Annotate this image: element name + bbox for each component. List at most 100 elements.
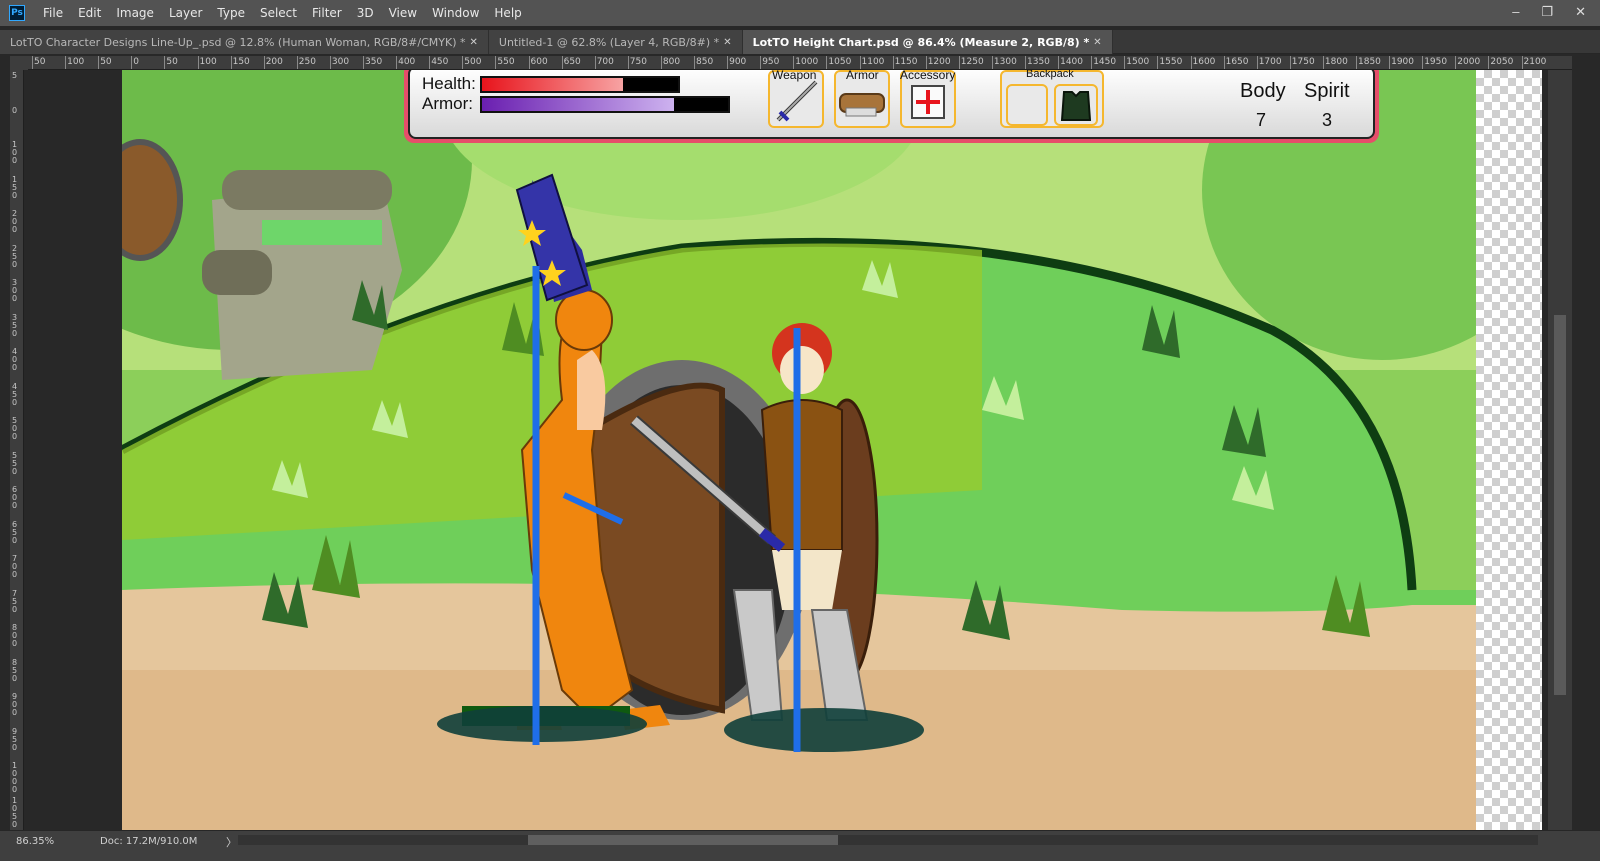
ruler-tick	[1157, 56, 1159, 69]
ruler-tick	[230, 56, 232, 69]
tab-label: Untitled-1 @ 62.8% (Layer 4, RGB/8#) *	[498, 35, 720, 49]
tab-label: LotTO Height Chart.psd @ 86.4% (Measure …	[752, 35, 1090, 49]
ruler-label: 650	[12, 519, 18, 545]
ruler-origin[interactable]	[10, 56, 28, 70]
ruler-label: 550	[497, 57, 515, 67]
ruler-label: 500	[12, 416, 18, 441]
ruler-label: 0	[133, 57, 140, 67]
ruler-tick	[197, 56, 199, 69]
vertical-scrollbar[interactable]	[1548, 70, 1572, 830]
restore-icon[interactable]: ❐	[1541, 4, 1553, 20]
ruler-label: 2000	[1457, 57, 1481, 67]
ruler-tick	[1322, 56, 1324, 69]
ruler-tick	[793, 56, 795, 69]
tab-untitled-1[interactable]: Untitled-1 @ 62.8% (Layer 4, RGB/8#) * ✕	[488, 30, 743, 54]
status-menu-icon[interactable]: 〉	[226, 834, 237, 850]
menu-help[interactable]: Help	[494, 6, 521, 20]
armor-bar	[480, 96, 730, 113]
close-tab-icon[interactable]: ✕	[470, 37, 478, 48]
ruler-label: 250	[298, 57, 316, 67]
ruler-tick	[826, 56, 828, 69]
ruler-label: 1700	[1258, 57, 1282, 67]
ruler-label: 300	[12, 278, 18, 303]
ruler-label: 950	[762, 57, 780, 67]
close-icon[interactable]: ✕	[1575, 4, 1586, 20]
ruler-label: 250	[12, 243, 18, 269]
ruler-tick	[1455, 56, 1457, 69]
ruler-label: 1800	[1324, 57, 1348, 67]
menu-file[interactable]: File	[43, 6, 63, 20]
ruler-label: 1200	[927, 57, 951, 67]
backpack-slot-2[interactable]	[1054, 84, 1098, 126]
ruler-tick	[859, 56, 861, 69]
ruler-tick	[760, 56, 762, 69]
ruler-label: 1750	[1291, 57, 1315, 67]
ruler-tick	[1124, 56, 1126, 69]
ruler-tick	[98, 56, 100, 69]
ruler-label: 850	[696, 57, 714, 67]
ruler-tick	[263, 56, 265, 69]
armor-label: Armor:	[422, 94, 473, 113]
ruler-tick	[329, 56, 331, 69]
horizontal-scrollbar[interactable]	[238, 835, 1538, 845]
ruler-label: 200	[265, 57, 283, 67]
menu-type[interactable]: Type	[217, 6, 245, 20]
menu-layer[interactable]: Layer	[169, 6, 202, 20]
menu-edit[interactable]: Edit	[78, 6, 101, 20]
ruler-label: 200	[12, 209, 18, 234]
ruler-label: 1500	[1126, 57, 1150, 67]
horizontal-ruler[interactable]: 50 100 50 0 50 100 150 200 250 300 350 400 450 500 550…	[28, 56, 1572, 70]
menu-select[interactable]: Select	[260, 6, 297, 20]
health-label: Health:	[422, 74, 476, 93]
vertical-scroll-thumb[interactable]	[1554, 315, 1566, 695]
ruler-label: 600	[530, 57, 548, 67]
ruler-tick	[694, 56, 695, 69]
canvas-area[interactable]: Health: Armor: Weapon Armor Accessory Ba…	[28, 70, 1572, 830]
close-tab-icon[interactable]: ✕	[1093, 37, 1101, 48]
tab-character-designs[interactable]: LotTO Character Designs Line-Up_.psd @ 1…	[0, 30, 489, 54]
ruler-tick	[396, 56, 398, 69]
ruler-label: 800	[662, 57, 681, 67]
photoshop-logo-icon[interactable]: Ps	[9, 5, 25, 21]
backpack-slot-1[interactable]	[1006, 84, 1048, 126]
ruler-tick	[1422, 56, 1424, 69]
vertical-ruler[interactable]: 5 0 100 150 200 250 300 350 400 450 500 550 600 650 70…	[10, 70, 24, 830]
ruler-label: 750	[629, 57, 647, 67]
ruler-label: 350	[12, 312, 18, 338]
status-bar: 86.35% Doc: 17.2M/910.0M 〉	[0, 830, 1600, 861]
ruler-tick	[1091, 56, 1093, 69]
ruler-label: 1250	[960, 57, 984, 67]
ruler-label: 850	[12, 657, 18, 683]
zoom-level[interactable]: 86.35%	[16, 836, 54, 847]
ruler-label: 300	[331, 57, 350, 67]
ruler-tick	[1356, 56, 1357, 69]
document-canvas[interactable]: Health: Armor: Weapon Armor Accessory Ba…	[122, 70, 1476, 830]
spirit-stat-label: Spirit	[1304, 80, 1350, 102]
ruler-tick	[32, 56, 33, 69]
ruler-label: 1950	[1424, 57, 1448, 67]
ruler-label: 1600	[1192, 57, 1216, 67]
ruler-label: 2100	[1523, 57, 1547, 67]
menu-view[interactable]: View	[389, 6, 417, 20]
tab-height-chart[interactable]: LotTO Height Chart.psd @ 86.4% (Measure …	[742, 30, 1113, 54]
ruler-label: 1050	[12, 795, 18, 829]
ruler-label: 450	[12, 381, 18, 407]
ruler-label: 1300	[993, 57, 1017, 67]
body-stat-value: 7	[1256, 110, 1267, 130]
window-controls: – ❐ ✕	[1512, 4, 1586, 20]
ruler-label: 1400	[1060, 57, 1083, 67]
game-hud: Health: Armor: Weapon Armor Accessory Ba…	[404, 70, 1379, 143]
ruler-tick	[1389, 56, 1391, 69]
menu-window[interactable]: Window	[432, 6, 479, 20]
menu-filter[interactable]: Filter	[312, 6, 342, 20]
ruler-label: 700	[12, 554, 18, 579]
ruler-tick	[561, 56, 563, 69]
ruler-tick	[462, 56, 464, 69]
close-tab-icon[interactable]: ✕	[723, 37, 731, 48]
horizontal-scroll-thumb[interactable]	[528, 835, 838, 845]
menu-3d[interactable]: 3D	[357, 6, 374, 20]
ruler-label: 800	[12, 623, 18, 648]
menu-image[interactable]: Image	[116, 6, 154, 20]
minimize-icon[interactable]: –	[1512, 4, 1519, 20]
ruler-tick	[1256, 56, 1258, 69]
